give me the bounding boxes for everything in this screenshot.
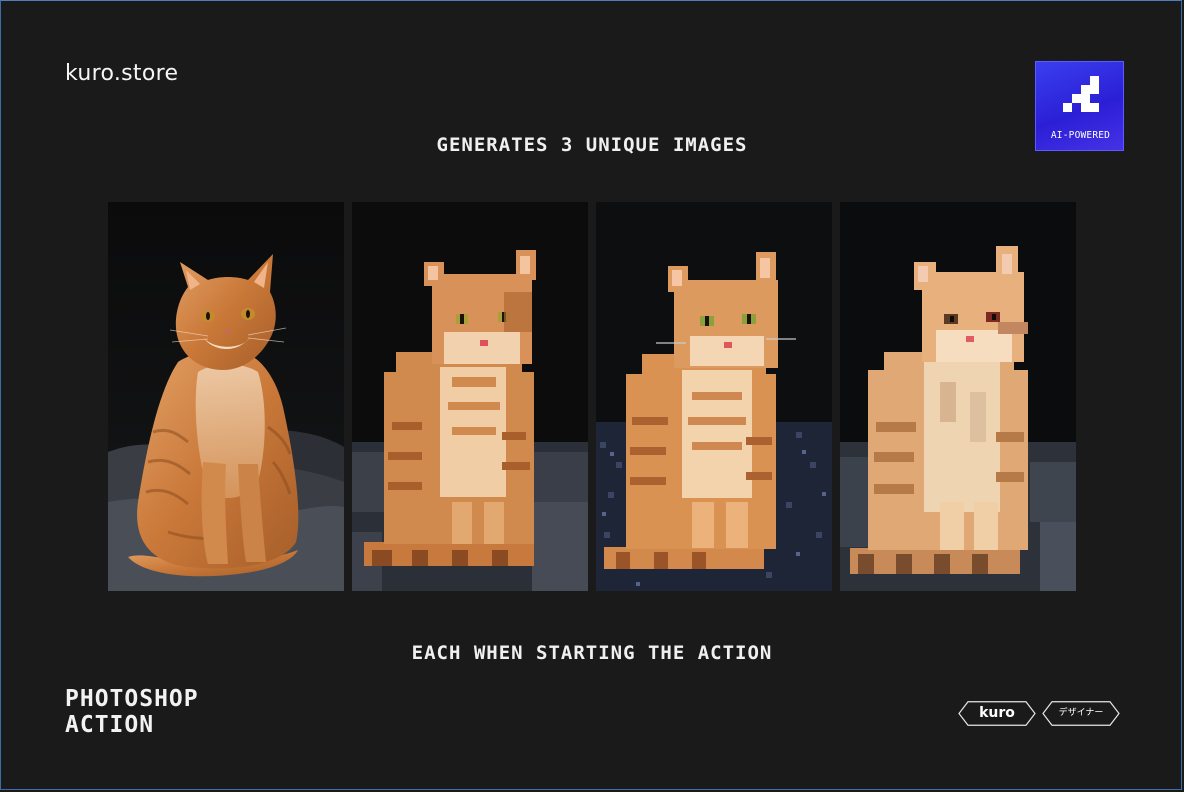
cat-pixel bbox=[596, 202, 832, 591]
product-title: PHOTOSHOP ACTION bbox=[65, 686, 199, 738]
image-panels bbox=[108, 202, 1076, 591]
brand-logo-text: kuro.store bbox=[65, 61, 179, 86]
cat-pixel bbox=[840, 202, 1076, 591]
cat-pixel bbox=[352, 202, 588, 591]
product-title-line2: ACTION bbox=[65, 712, 155, 738]
ai-powered-badge: AI-POWERED bbox=[1035, 61, 1124, 151]
kuro-tag: kuro bbox=[958, 701, 1036, 726]
original-photo-panel bbox=[108, 202, 344, 591]
pixel-variant-3-panel bbox=[840, 202, 1076, 591]
headline-top: GENERATES 3 UNIQUE IMAGES bbox=[436, 134, 748, 156]
pixel-variant-2-panel bbox=[596, 202, 832, 591]
kuro-tag-label: kuro bbox=[979, 705, 1015, 721]
designer-tag: デザイナー bbox=[1042, 701, 1120, 726]
pixel-variant-1-panel bbox=[352, 202, 588, 591]
designer-tag-label: デザイナー bbox=[1058, 708, 1104, 718]
cat-photo bbox=[108, 202, 344, 591]
product-title-line1: PHOTOSHOP bbox=[65, 686, 199, 712]
headline-bottom: EACH WHEN STARTING THE ACTION bbox=[411, 642, 773, 664]
badge-label: AI-POWERED bbox=[1050, 130, 1111, 141]
